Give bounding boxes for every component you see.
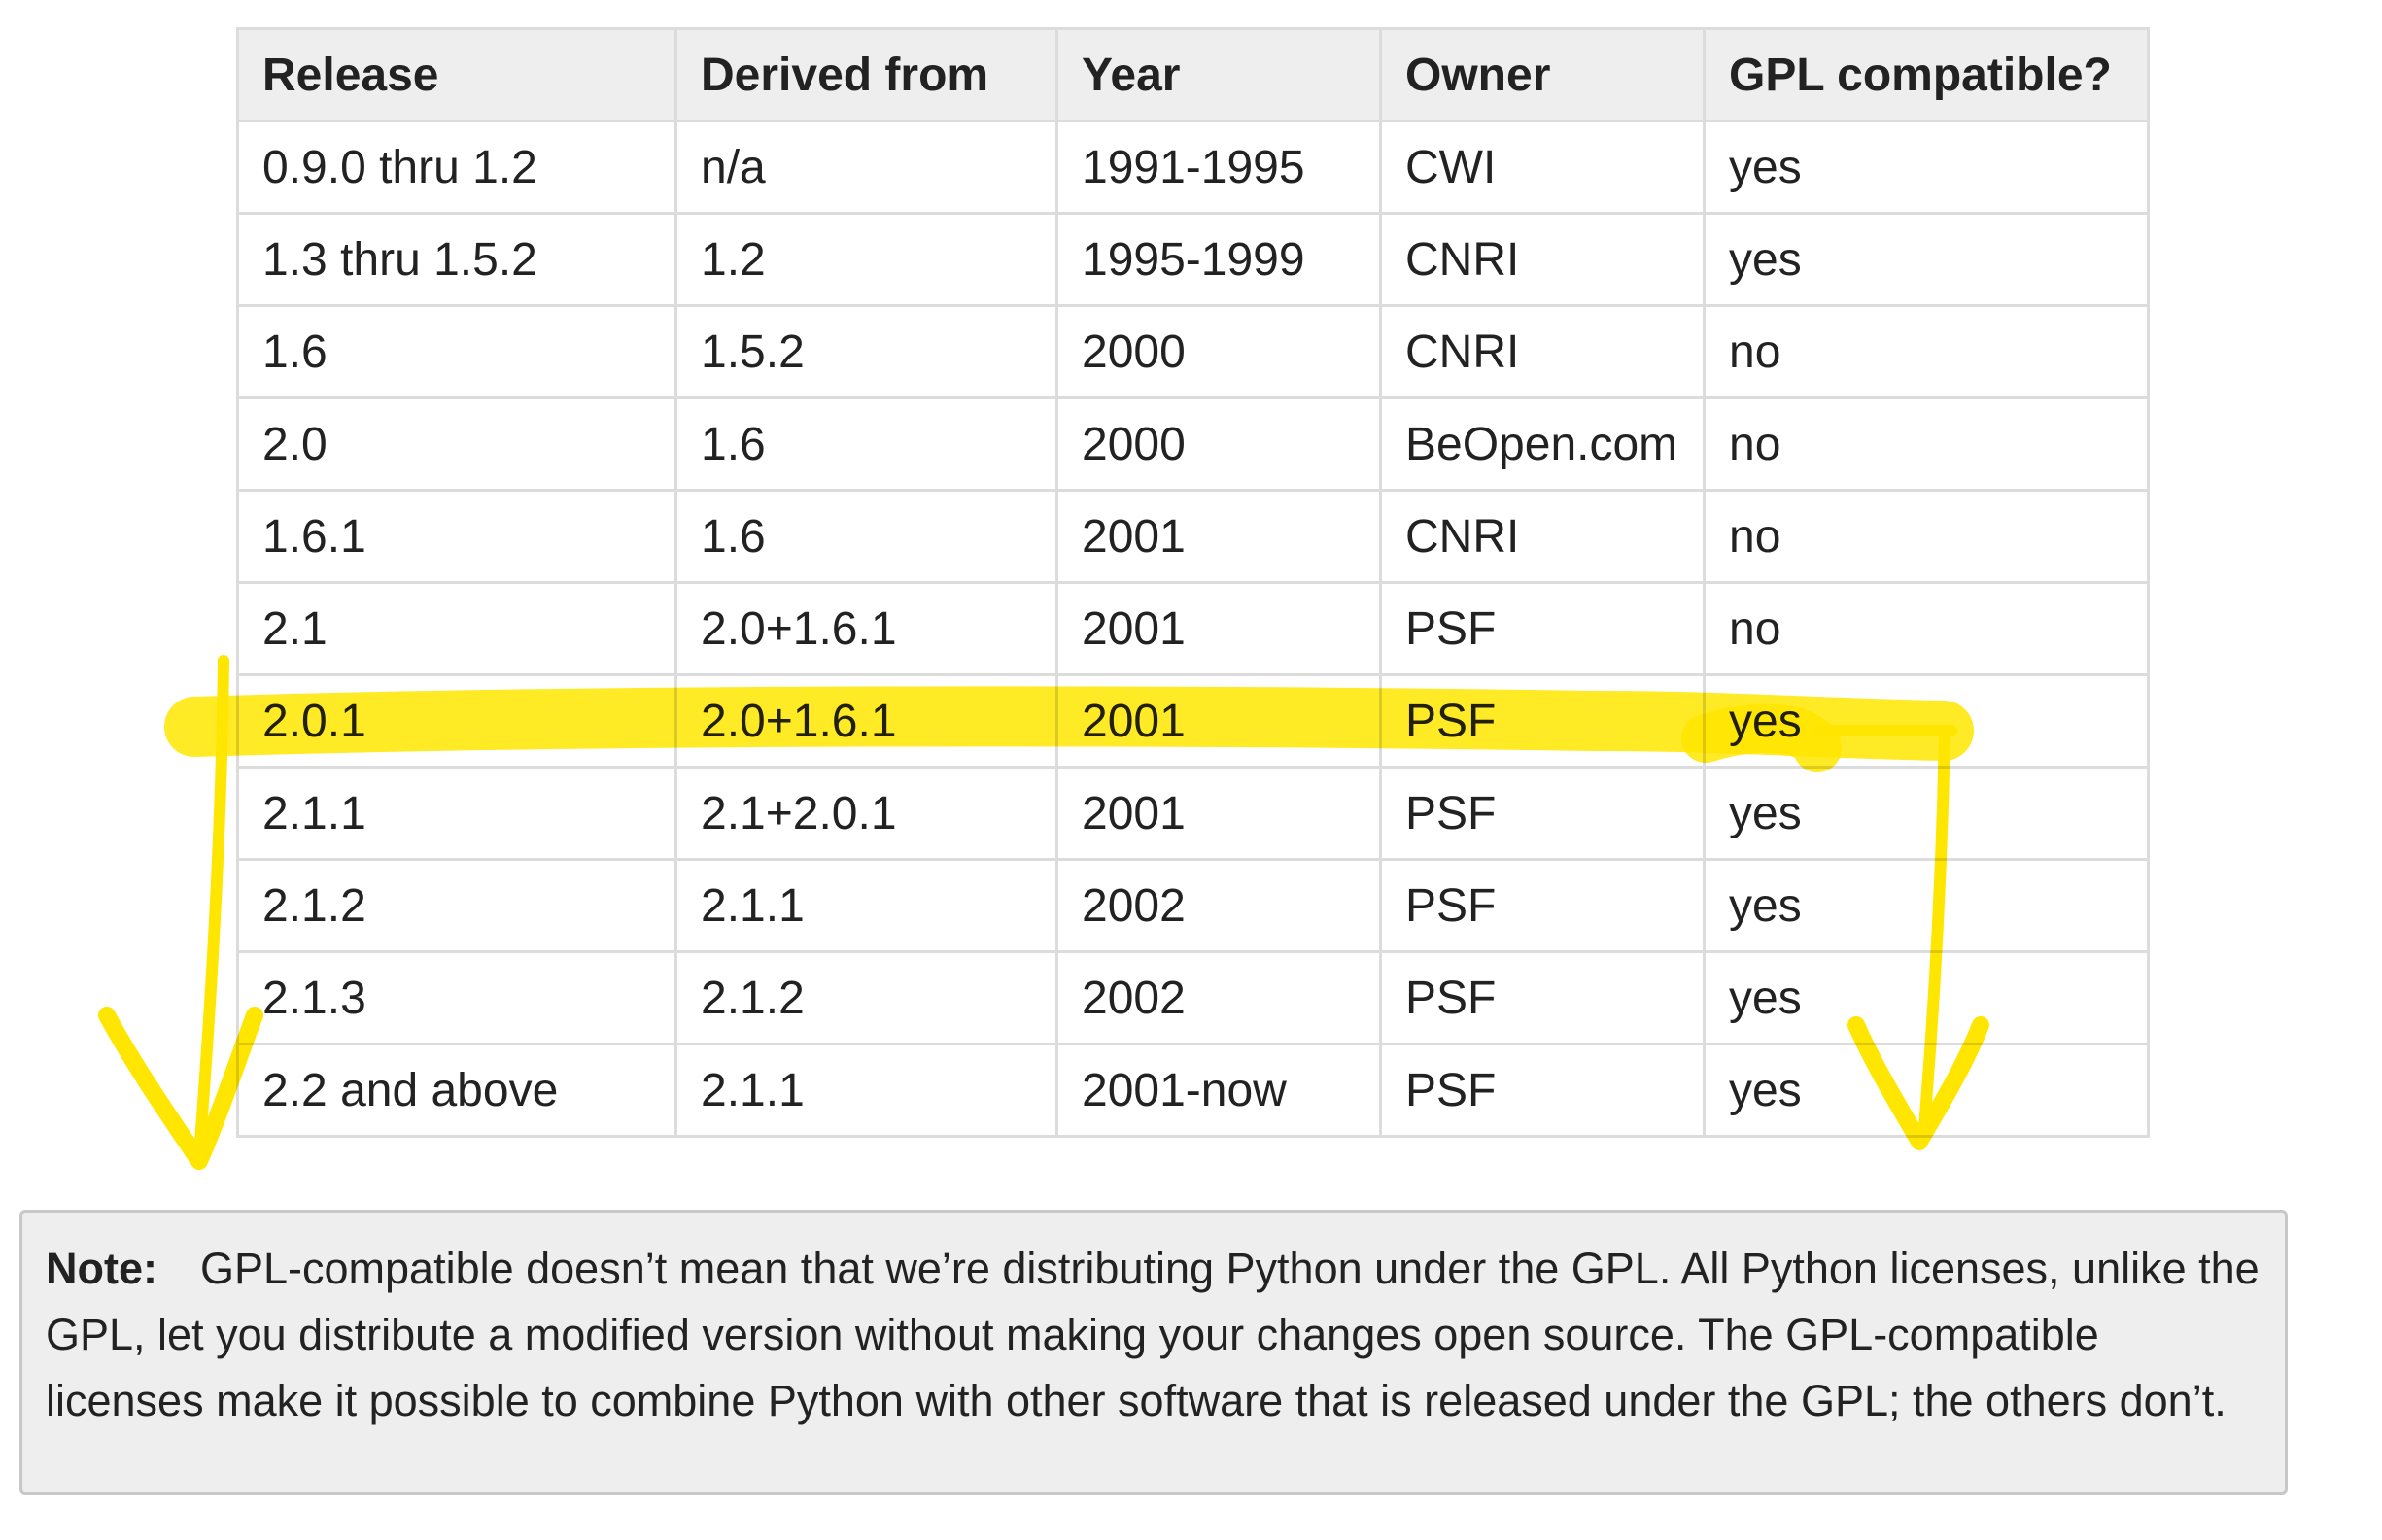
release-cell: 1.3 thru 1.5.2 — [236, 212, 677, 307]
left-arrow-shaft — [194, 655, 229, 1147]
release-cell: 1.6 — [236, 304, 677, 399]
derived-from-cell: 2.0+1.6.1 — [674, 673, 1058, 769]
owner-cell: PSF — [1379, 1043, 1706, 1138]
gpl-compatible-cell: yes — [1703, 673, 2150, 769]
release-cell: 2.1 — [236, 581, 677, 676]
derived-from-cell: 2.1.2 — [674, 950, 1058, 1045]
derived-from-cell: 1.5.2 — [674, 304, 1058, 399]
gpl-compatible-cell: yes — [1703, 950, 2150, 1045]
year-cell: 2002 — [1055, 858, 1382, 953]
derived-from-cell: 2.1+2.0.1 — [674, 766, 1058, 861]
year-cell: 2000 — [1055, 304, 1382, 399]
note-text: GPL-compatible doesn’t mean that we’re d… — [46, 1244, 2260, 1425]
note-title: Note: — [46, 1244, 157, 1293]
owner-cell: CWI — [1379, 120, 1706, 215]
table-row: 2.2 and above 2.1.1 2001-now PSF yes — [236, 1043, 2150, 1138]
year-cell: 2001 — [1055, 489, 1382, 584]
derived-from-cell: 2.1.1 — [674, 1043, 1058, 1138]
gpl-compatible-cell: no — [1703, 396, 2150, 492]
gpl-compatible-cell: yes — [1703, 120, 2150, 215]
header-owner: Owner — [1379, 27, 1706, 122]
owner-cell: PSF — [1379, 766, 1706, 861]
year-cell: 2001 — [1055, 581, 1382, 676]
owner-cell: CNRI — [1379, 212, 1706, 307]
table-header-row: Release Derived from Year Owner GPL comp… — [236, 27, 2150, 122]
release-cell: 2.1.3 — [236, 950, 677, 1045]
release-cell: 2.1.2 — [236, 858, 677, 953]
gpl-compatible-cell: yes — [1703, 766, 2150, 861]
owner-cell: PSF — [1379, 858, 1706, 953]
gpl-compatible-cell: no — [1703, 581, 2150, 676]
table-row: 2.1.2 2.1.1 2002 PSF yes — [236, 858, 2150, 953]
year-cell: 1995-1999 — [1055, 212, 1382, 307]
license-history-table: Release Derived from Year Owner GPL comp… — [236, 27, 2150, 1138]
header-year: Year — [1055, 27, 1382, 122]
gpl-compatible-cell: no — [1703, 304, 2150, 399]
table-row: 2.1.1 2.1+2.0.1 2001 PSF yes — [236, 766, 2150, 861]
header-gpl-compatible: GPL compatible? — [1703, 27, 2150, 122]
table-row: 0.9.0 thru 1.2 n/a 1991-1995 CWI yes — [236, 120, 2150, 215]
owner-cell: BeOpen.com — [1379, 396, 1706, 492]
header-release: Release — [236, 27, 677, 122]
derived-from-cell: n/a — [674, 120, 1058, 215]
year-cell: 1991-1995 — [1055, 120, 1382, 215]
year-cell: 2000 — [1055, 396, 1382, 492]
year-cell: 2001 — [1055, 766, 1382, 861]
gpl-compatible-cell: no — [1703, 489, 2150, 584]
derived-from-cell: 2.1.1 — [674, 858, 1058, 953]
owner-cell: CNRI — [1379, 304, 1706, 399]
table-row-highlighted: 2.0.1 2.0+1.6.1 2001 PSF yes — [236, 673, 2150, 769]
table-row: 2.1.3 2.1.2 2002 PSF yes — [236, 950, 2150, 1045]
owner-cell: PSF — [1379, 673, 1706, 769]
header-derived-from: Derived from — [674, 27, 1058, 122]
owner-cell: CNRI — [1379, 489, 1706, 584]
gpl-compatible-cell: yes — [1703, 212, 2150, 307]
gpl-compatible-cell: yes — [1703, 1043, 2150, 1138]
release-cell: 2.2 and above — [236, 1043, 677, 1138]
table-row: 1.6.1 1.6 2001 CNRI no — [236, 489, 2150, 584]
table-row: 1.3 thru 1.5.2 1.2 1995-1999 CNRI yes — [236, 212, 2150, 307]
left-arrow-head — [98, 1007, 263, 1170]
release-cell: 1.6.1 — [236, 489, 677, 584]
owner-cell: PSF — [1379, 581, 1706, 676]
table-row: 1.6 1.5.2 2000 CNRI no — [236, 304, 2150, 399]
year-cell: 2002 — [1055, 950, 1382, 1045]
table-row: 2.1 2.0+1.6.1 2001 PSF no — [236, 581, 2150, 676]
gpl-compatible-cell: yes — [1703, 858, 2150, 953]
note-box: Note: GPL-compatible doesn’t mean that we… — [19, 1210, 2288, 1495]
derived-from-cell: 1.6 — [674, 396, 1058, 492]
release-cell: 2.0 — [236, 396, 677, 492]
derived-from-cell: 2.0+1.6.1 — [674, 581, 1058, 676]
table-row: 2.0 1.6 2000 BeOpen.com no — [236, 396, 2150, 492]
release-cell: 2.0.1 — [236, 673, 677, 769]
release-cell: 0.9.0 thru 1.2 — [236, 120, 677, 215]
owner-cell: PSF — [1379, 950, 1706, 1045]
derived-from-cell: 1.6 — [674, 489, 1058, 584]
release-cell: 2.1.1 — [236, 766, 677, 861]
year-cell: 2001-now — [1055, 1043, 1382, 1138]
derived-from-cell: 1.2 — [674, 212, 1058, 307]
year-cell: 2001 — [1055, 673, 1382, 769]
